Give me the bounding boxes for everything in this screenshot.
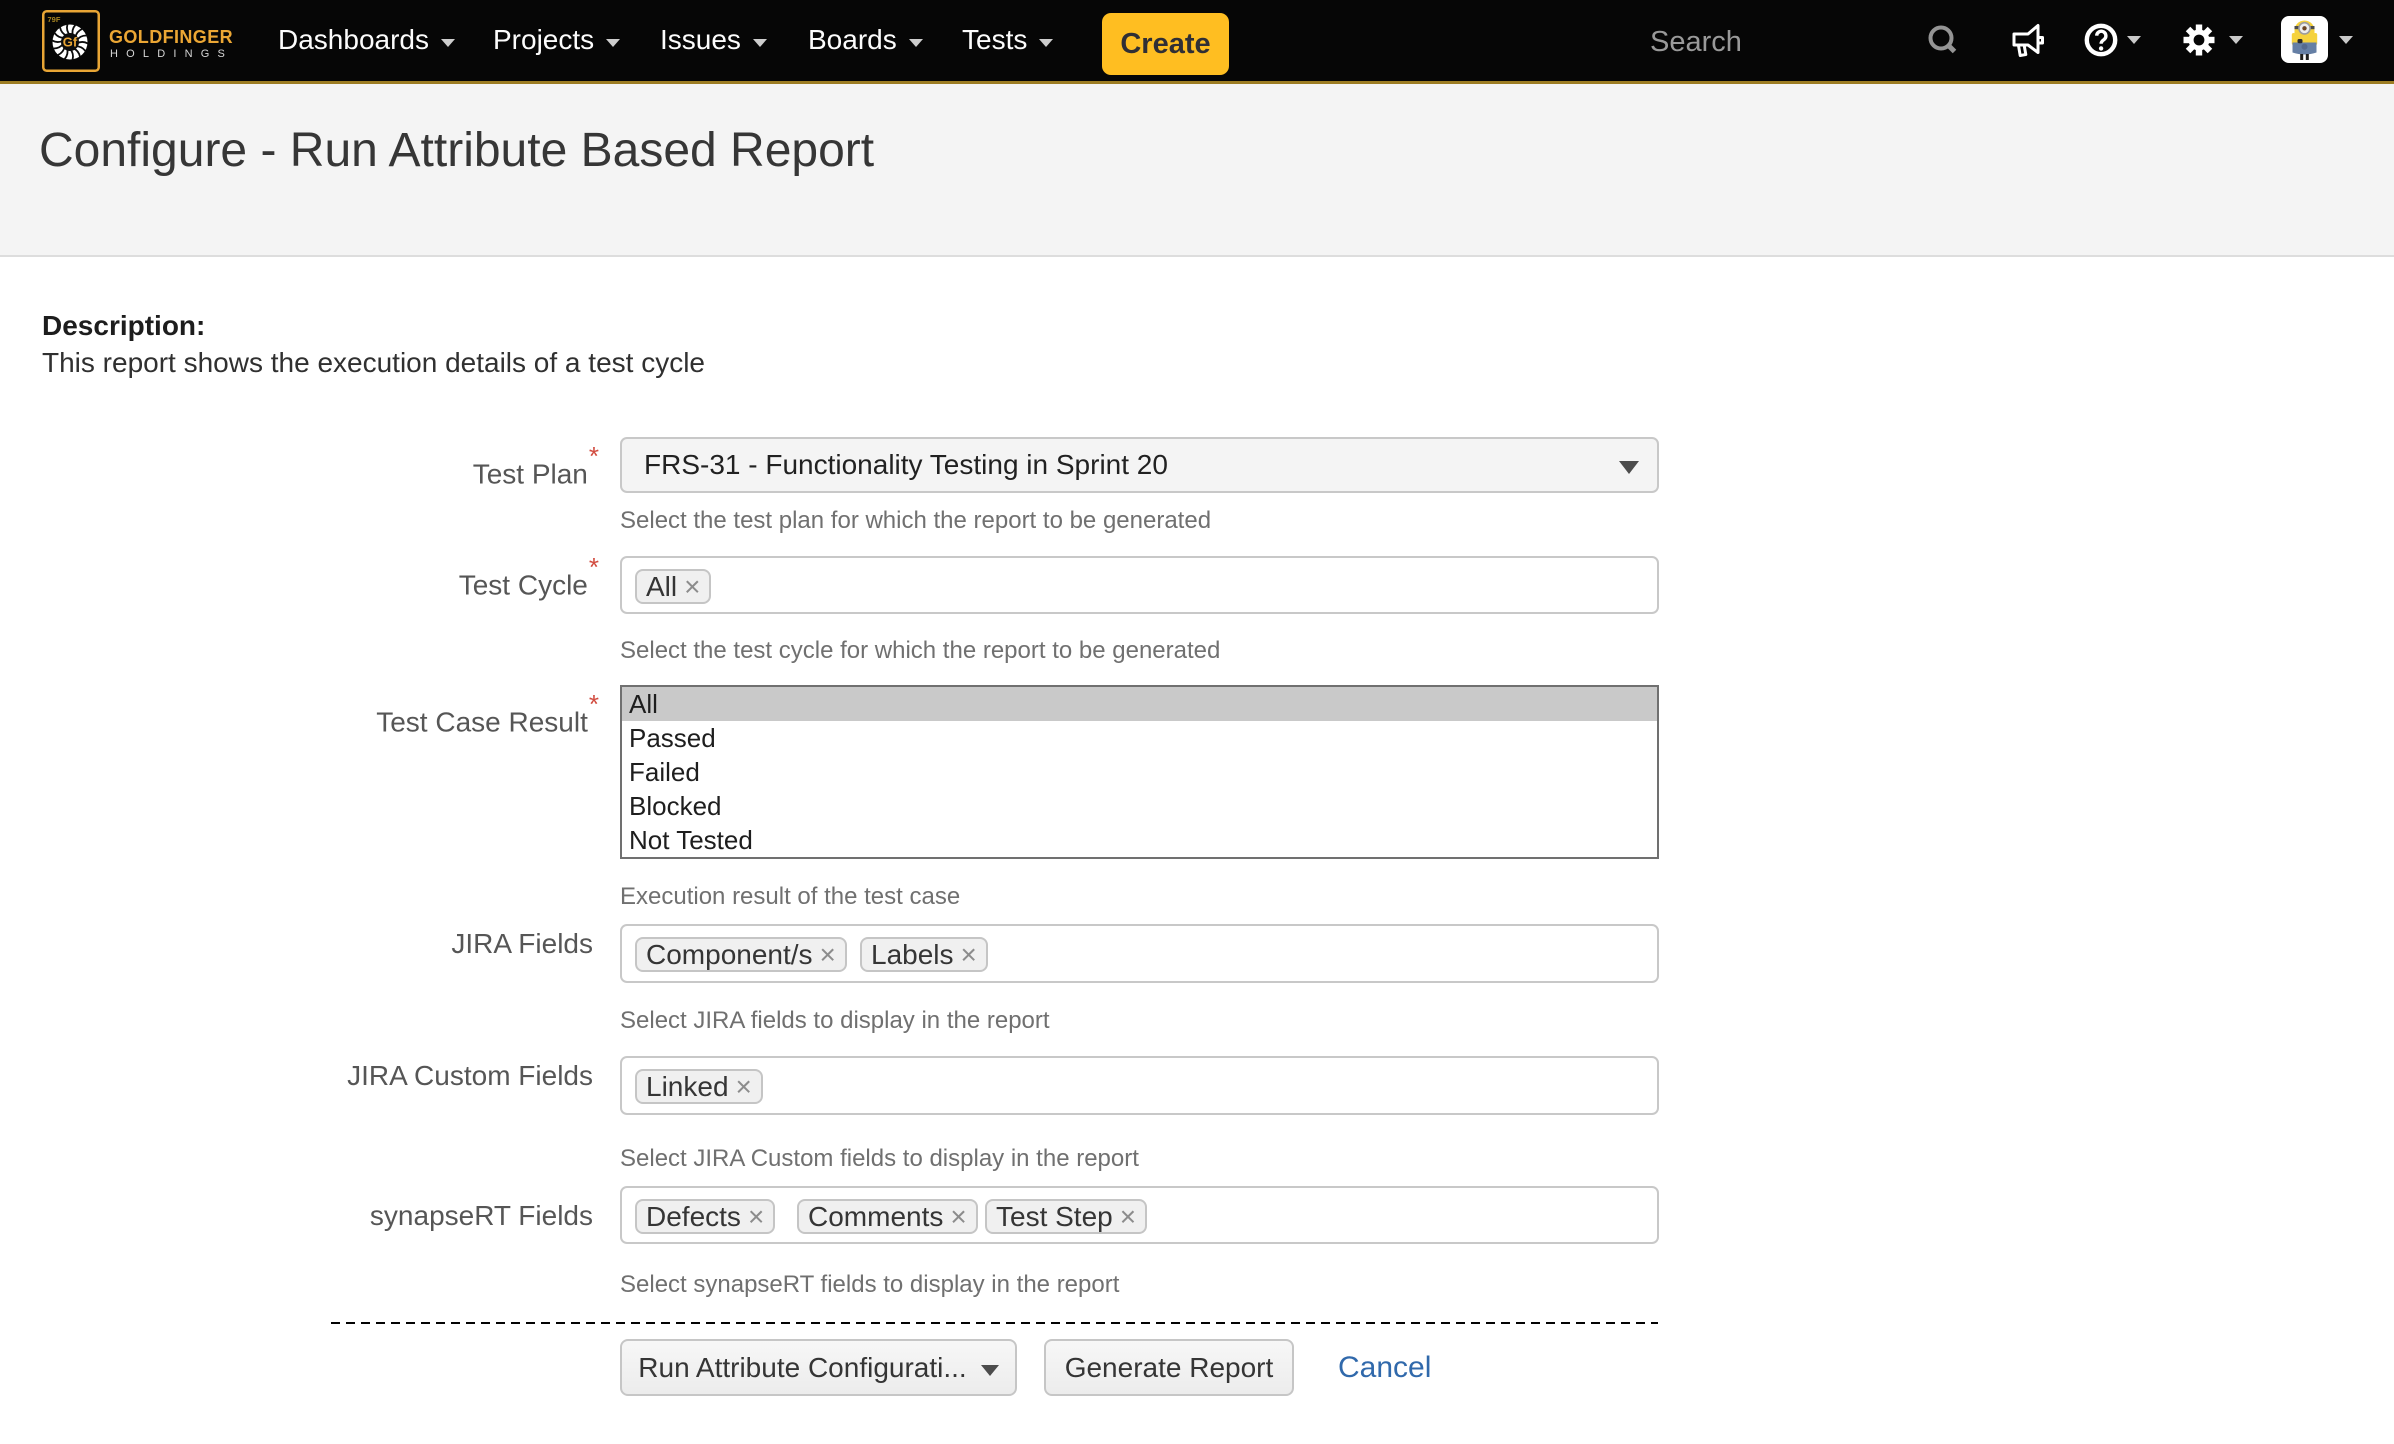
- svg-text:79F: 79F: [48, 15, 61, 24]
- svg-text:Gf: Gf: [63, 35, 78, 50]
